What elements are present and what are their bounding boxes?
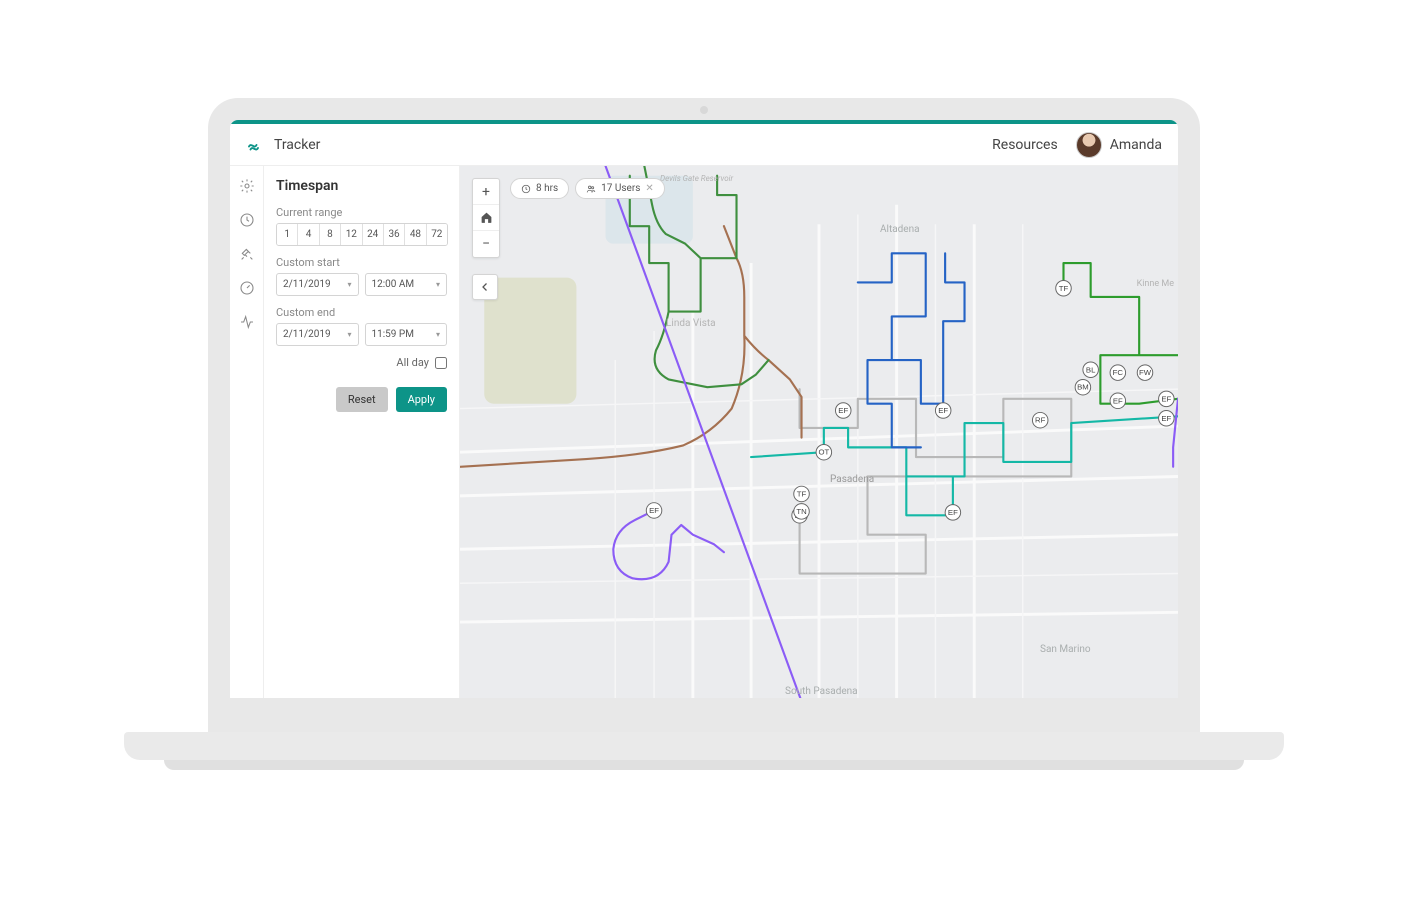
map-marker-label: BM bbox=[1077, 383, 1089, 392]
chevron-down-icon: ▾ bbox=[436, 330, 440, 339]
range-option-8[interactable]: 8 bbox=[320, 224, 341, 245]
place-south-pasadena: South Pasadena bbox=[785, 686, 858, 697]
camera-notch bbox=[700, 106, 708, 114]
chevron-down-icon: ▾ bbox=[347, 330, 351, 339]
map-marker-label: EF bbox=[1161, 394, 1171, 403]
range-option-4[interactable]: 4 bbox=[298, 224, 319, 245]
panel-title: Timespan bbox=[276, 178, 447, 194]
custom-start-date[interactable]: 2/11/2019▾ bbox=[276, 273, 359, 296]
custom-end-date[interactable]: 2/11/2019▾ bbox=[276, 323, 359, 346]
all-day-checkbox[interactable] bbox=[435, 357, 447, 369]
custom-end-label: Custom end bbox=[276, 306, 447, 319]
chevron-down-icon: ▾ bbox=[436, 280, 440, 289]
map-marker-label: TF bbox=[1059, 284, 1069, 293]
screen: Tracker Resources Amanda bbox=[208, 98, 1200, 738]
gear-icon[interactable] bbox=[239, 178, 255, 194]
place-kinne: Kinne Me bbox=[1137, 279, 1174, 289]
laptop-base bbox=[124, 732, 1284, 760]
laptop-frame: Tracker Resources Amanda bbox=[124, 98, 1284, 818]
range-option-1[interactable]: 1 bbox=[277, 224, 298, 245]
chevron-down-icon: ▾ bbox=[347, 280, 351, 289]
map-marker-label: TF bbox=[797, 489, 807, 498]
satellite-icon[interactable] bbox=[239, 246, 255, 262]
users-chip[interactable]: 17 Users ✕ bbox=[575, 178, 665, 199]
map-marker-label: EF bbox=[938, 406, 948, 415]
map-controls: + − bbox=[472, 178, 500, 258]
current-range-label: Current range bbox=[276, 206, 447, 219]
range-option-36[interactable]: 36 bbox=[384, 224, 405, 245]
map-marker-label: BL bbox=[1086, 365, 1096, 374]
custom-end-time[interactable]: 11:59 PM▾ bbox=[365, 323, 448, 346]
map-marker-label: TN bbox=[796, 507, 806, 516]
users-icon bbox=[586, 184, 596, 194]
duration-chip[interactable]: 8 hrs bbox=[510, 178, 569, 199]
resources-link[interactable]: Resources bbox=[992, 137, 1058, 153]
map-marker-label: EF bbox=[1113, 396, 1123, 405]
all-day-row: All day bbox=[276, 356, 447, 369]
range-option-12[interactable]: 12 bbox=[341, 224, 362, 245]
topbar: Tracker Resources Amanda bbox=[230, 124, 1178, 166]
place-pasadena: Pasadena bbox=[830, 474, 874, 485]
timespan-panel: Timespan Current range 1481224364872 Cus… bbox=[264, 166, 460, 698]
map-marker-label: EF bbox=[838, 406, 848, 415]
map-marker-label: RF bbox=[1035, 416, 1046, 425]
map-marker-label: EF bbox=[649, 506, 659, 515]
place-altadena: Altadena bbox=[880, 224, 920, 235]
collapse-panel-button[interactable] bbox=[472, 274, 498, 300]
reset-button[interactable]: Reset bbox=[336, 387, 388, 412]
zoom-in-button[interactable]: + bbox=[473, 179, 499, 205]
range-segmented: 1481224364872 bbox=[276, 223, 448, 246]
custom-start-time[interactable]: 12:00 AM▾ bbox=[365, 273, 448, 296]
logo-icon bbox=[246, 136, 264, 154]
avatar bbox=[1076, 132, 1102, 158]
app-root: Tracker Resources Amanda bbox=[230, 120, 1178, 698]
place-devils-gate: Devils Gate Reservoir bbox=[660, 174, 733, 183]
custom-start-label: Custom start bbox=[276, 256, 447, 269]
user-menu[interactable]: Amanda bbox=[1076, 132, 1162, 158]
user-name: Amanda bbox=[1110, 137, 1162, 153]
app-title: Tracker bbox=[274, 137, 320, 153]
range-option-72[interactable]: 72 bbox=[427, 224, 447, 245]
map-marker-label: OT bbox=[818, 448, 829, 457]
place-san-marino: San Marino bbox=[1040, 644, 1091, 655]
gauge-icon[interactable] bbox=[239, 280, 255, 296]
content: Timespan Current range 1481224364872 Cus… bbox=[230, 166, 1178, 698]
map-marker-label: EF bbox=[948, 508, 958, 517]
close-icon[interactable]: ✕ bbox=[645, 183, 653, 194]
map-area[interactable]: EFEFEFOTTFTNEFEFTFBLBMRFFCFWEFEFEF Altad… bbox=[460, 166, 1178, 698]
topbar-right: Resources Amanda bbox=[992, 132, 1162, 158]
clock-icon[interactable] bbox=[239, 212, 255, 228]
all-day-label: All day bbox=[396, 356, 429, 369]
map-svg: EFEFEFOTTFTNEFEFTFBLBMRFFCFWEFEFEF bbox=[460, 166, 1178, 698]
range-option-48[interactable]: 48 bbox=[405, 224, 426, 245]
apply-button[interactable]: Apply bbox=[396, 387, 447, 412]
filter-chips: 8 hrs 17 Users ✕ bbox=[510, 178, 665, 199]
zoom-out-button[interactable]: − bbox=[473, 231, 499, 257]
clock-icon bbox=[521, 184, 531, 194]
map-marker-label: FW bbox=[1139, 368, 1152, 377]
range-option-24[interactable]: 24 bbox=[363, 224, 384, 245]
home-button[interactable] bbox=[473, 205, 499, 231]
activity-icon[interactable] bbox=[239, 314, 255, 330]
place-linda-vista: Linda Vista bbox=[666, 318, 716, 329]
map-marker-label: EF bbox=[1161, 414, 1171, 423]
icon-rail bbox=[230, 166, 264, 698]
chevron-left-icon bbox=[479, 281, 491, 293]
home-icon bbox=[480, 211, 493, 224]
map-marker-label: FC bbox=[1113, 368, 1124, 377]
topbar-left: Tracker bbox=[246, 136, 320, 154]
